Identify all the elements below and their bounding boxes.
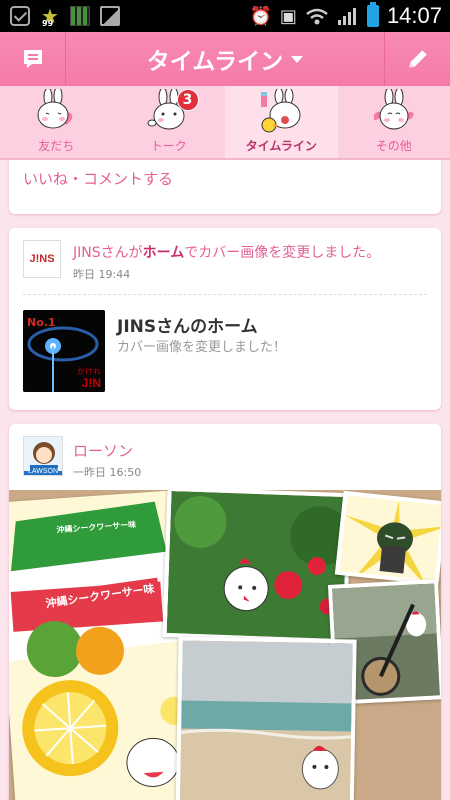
cover-image-thumbnail[interactable]: No.1 かけれ J!N xyxy=(23,310,105,392)
app-grid-icon xyxy=(70,6,90,26)
figure-image xyxy=(338,495,441,586)
divider xyxy=(23,294,427,295)
bunny-other-icon xyxy=(373,89,414,130)
alarm-icon: ⏰ xyxy=(249,5,272,27)
avatar[interactable]: LAWSON xyxy=(23,436,63,476)
unread-talk-badge: 3 xyxy=(176,89,199,111)
tab-label: トーク xyxy=(150,139,187,153)
photo-beach[interactable] xyxy=(175,636,357,800)
like-comment-link[interactable]: いいね・コメントする xyxy=(23,168,173,189)
chevron-down-icon xyxy=(291,55,304,63)
photo-flowers[interactable] xyxy=(162,490,352,644)
photo-collage[interactable]: 沖縄シークワーサー味 沖縄シークワーサー味 xyxy=(9,490,441,800)
tab-label: その他 xyxy=(375,139,412,153)
page-title: タイムライン xyxy=(146,49,284,75)
tab-friends[interactable]: 友だち xyxy=(0,86,113,158)
avatar[interactable]: J!NS xyxy=(23,240,61,278)
avatar-brand-text: LAWSON xyxy=(27,468,59,475)
checkbox-notification-icon xyxy=(10,6,30,26)
beach-image xyxy=(179,640,357,800)
attachment-title[interactable]: JINSさんのホーム xyxy=(117,312,258,337)
clock: 14:07 xyxy=(386,3,442,28)
compose-button[interactable] xyxy=(384,32,450,86)
pencil-icon xyxy=(408,50,427,68)
tab-bar: 友だち 3 トーク タイムライン その他 xyxy=(0,86,450,160)
status-bar: ★ 99 ⏰ ▣ 14:07 xyxy=(0,0,450,32)
thumb-text-bot: J!N xyxy=(81,376,101,390)
star-badge-icon: ★ 99 xyxy=(41,4,59,28)
tab-timeline[interactable]: タイムライン xyxy=(225,86,338,158)
message-button[interactable] xyxy=(0,32,66,86)
signal-icon xyxy=(337,8,356,25)
wifi-icon xyxy=(306,8,328,25)
tab-label: タイムライン xyxy=(245,139,317,153)
tab-other[interactable]: その他 xyxy=(338,86,450,158)
timeline-title-dropdown[interactable]: タイムライン xyxy=(66,32,384,86)
post-text-prefix: JINSさんが xyxy=(73,245,143,261)
tab-label: 友だち xyxy=(38,139,75,153)
bunny-timeline-icon xyxy=(261,89,301,133)
timeline-post[interactable]: J!NS JINSさんがホームでカバー画像を変更しました。 昨日 19:44 N… xyxy=(9,228,441,410)
timeline-feed[interactable]: いいね・コメントする J!NS JINSさんがホームでカバー画像を変更しました。… xyxy=(0,160,450,800)
bunny-heart-icon xyxy=(37,89,73,129)
flowers-image xyxy=(166,490,352,644)
voicemail-icon: ▣ xyxy=(279,5,297,27)
post-text: JINSさんがホームでカバー画像を変更しました。 xyxy=(73,242,380,262)
photo-figure[interactable] xyxy=(334,490,441,586)
post-timestamp: 一昨日 16:50 xyxy=(73,466,142,479)
app-header: タイムライン xyxy=(0,32,450,86)
timeline-post[interactable]: LAWSON ローソン 一昨日 16:50 沖縄シークワーサー味 沖縄シークワー… xyxy=(9,424,441,800)
thumb-text-top: No.1 xyxy=(27,316,56,329)
avatar-logo-text: J!NS xyxy=(29,253,55,265)
message-icon xyxy=(23,50,42,68)
tab-talk[interactable]: 3 トーク xyxy=(113,86,226,158)
post-timestamp: 昨日 19:44 xyxy=(73,268,131,281)
image-notification-icon xyxy=(100,6,120,26)
post-text-suffix: でカバー画像を変更しました。 xyxy=(184,245,381,261)
poster-name[interactable]: ローソン xyxy=(73,440,133,461)
post-actions-card: いいね・コメントする xyxy=(9,160,441,214)
home-link[interactable]: ホーム xyxy=(143,245,185,261)
battery-icon xyxy=(366,2,379,27)
attachment-subtitle: カバー画像を変更しました！ xyxy=(117,340,287,355)
